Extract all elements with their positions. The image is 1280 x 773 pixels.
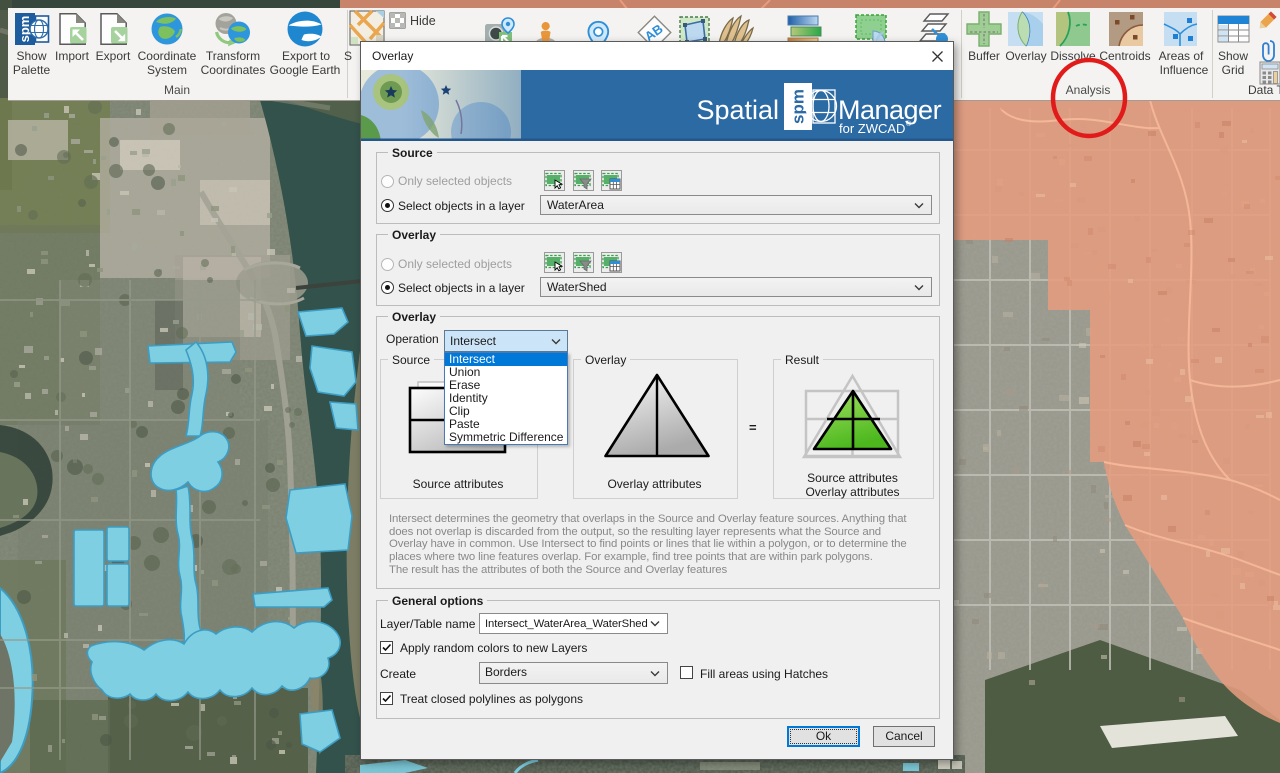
svg-text:Export to: Export to [282,49,330,63]
svg-text:S: S [344,49,352,63]
svg-text:Grid: Grid [1222,63,1245,77]
svg-text:Coordinates: Coordinates [201,63,266,77]
svg-text:Show: Show [1218,49,1248,63]
svg-text:Hide: Hide [410,14,436,28]
svg-text:System: System [147,63,187,77]
svg-text:®: ® [906,120,912,128]
svg-text:spm: spm [789,89,808,124]
svg-text:Spatial: Spatial [696,95,779,125]
svg-text:Transform: Transform [206,49,260,63]
svg-text:Influence: Influence [1160,63,1209,77]
svg-text:for ZWCAD: for ZWCAD [839,121,905,136]
svg-text:Import: Import [55,49,90,63]
svg-text:Coordinate: Coordinate [138,49,197,63]
svg-text:Data T: Data T [1248,83,1280,97]
svg-text:Google Earth: Google Earth [270,63,341,77]
svg-text:Overlay: Overlay [1005,49,1046,63]
svg-text:Palette: Palette [13,63,51,77]
svg-text:Export: Export [96,49,131,63]
svg-text:Main: Main [164,83,190,97]
svg-text:Show: Show [16,49,46,63]
svg-text:Buffer: Buffer [968,49,1000,63]
svg-text:Areas of: Areas of [1159,49,1204,63]
